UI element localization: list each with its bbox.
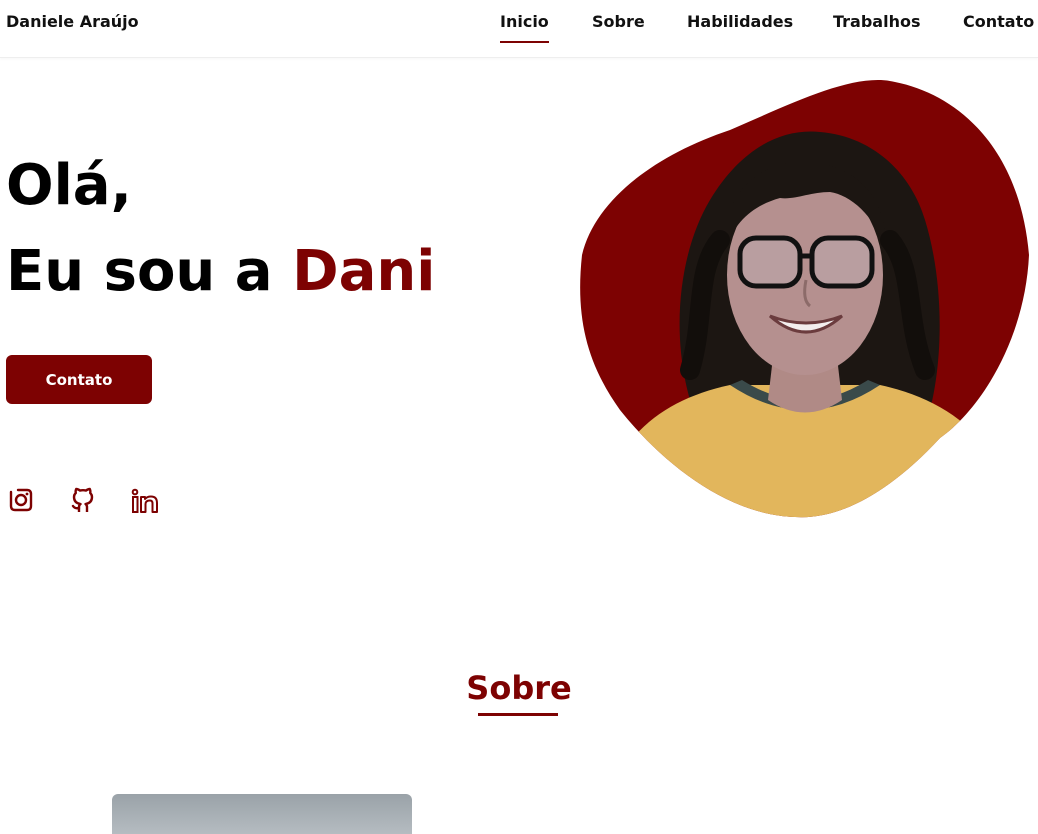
profile-photo [580, 80, 1029, 518]
hero-greeting: Olá, [6, 153, 132, 218]
linkedin-icon [131, 488, 158, 513]
github-icon [71, 487, 94, 512]
about-image [112, 794, 412, 834]
nav-inicio[interactable]: Inicio [500, 12, 549, 43]
nav-habilidades[interactable]: Habilidades [687, 12, 793, 31]
linkedin-link[interactable] [130, 485, 160, 515]
nav-inicio-label: Inicio [500, 12, 549, 31]
hero-name: Dani [292, 239, 436, 304]
contact-button[interactable]: Contato [6, 355, 152, 404]
nav-trabalhos[interactable]: Trabalhos [833, 12, 920, 31]
nav-sobre[interactable]: Sobre [592, 12, 645, 31]
active-nav-indicator [500, 41, 549, 43]
hero-intro: Eu sou a Dani [6, 236, 435, 308]
about-section-title: Sobre [466, 669, 572, 707]
hero-intro-prefix: Eu sou a [6, 239, 293, 304]
github-link[interactable] [68, 485, 98, 515]
instagram-link[interactable] [6, 485, 36, 515]
site-logo[interactable]: Daniele Araújo [6, 12, 139, 31]
nav-contato[interactable]: Contato [963, 12, 1034, 31]
site-header: Daniele Araújo Inicio Sobre Habilidades … [0, 0, 1038, 58]
about-title-underline [478, 713, 558, 716]
instagram-icon [9, 488, 33, 512]
